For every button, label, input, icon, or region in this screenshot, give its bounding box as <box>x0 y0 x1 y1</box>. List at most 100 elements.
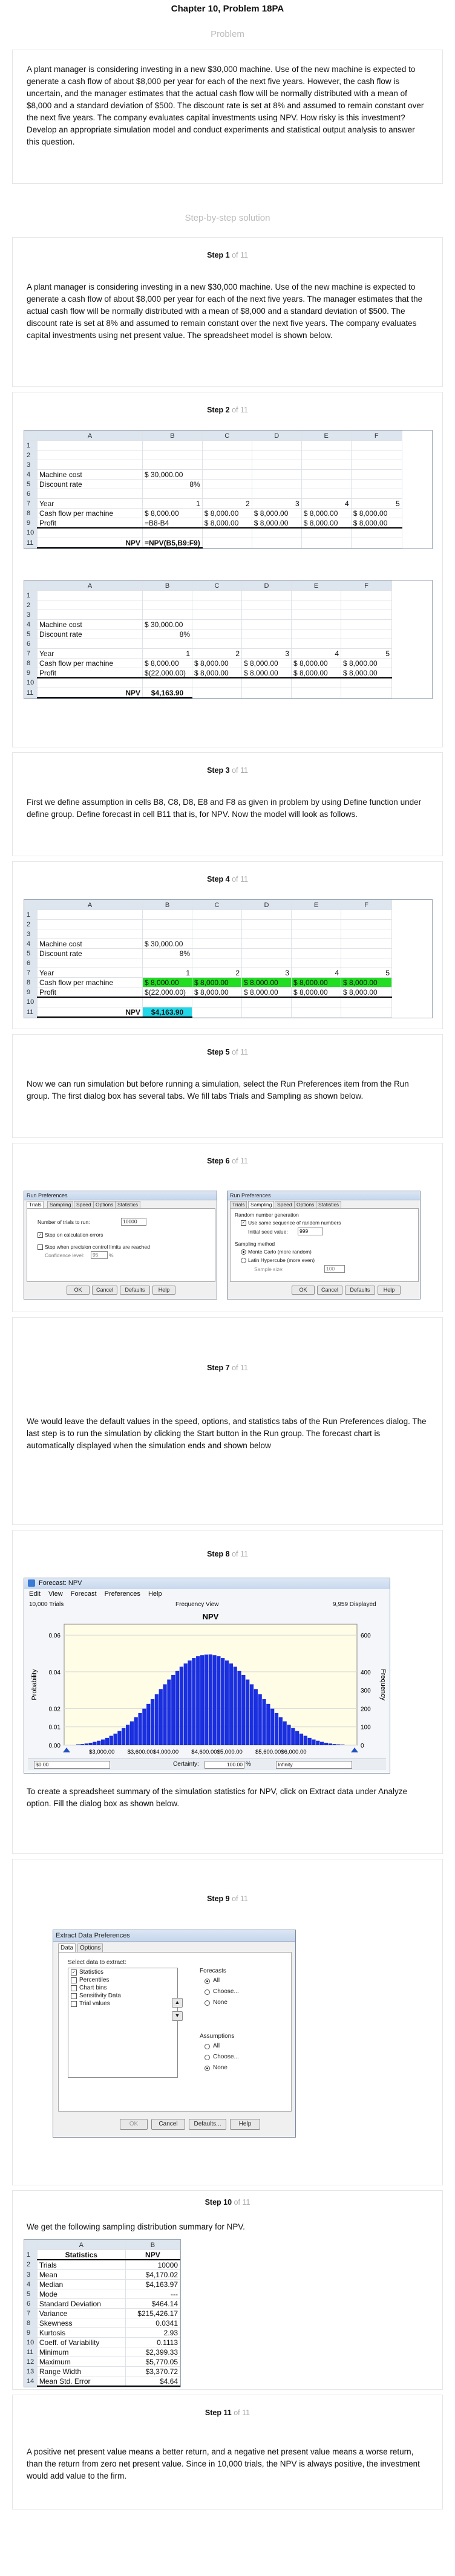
cancel-button[interactable]: Cancel <box>92 1286 117 1295</box>
lhs-radio[interactable] <box>241 1258 246 1263</box>
histogram-bar <box>93 1742 97 1745</box>
extract-item-label: Percentiles <box>79 1977 110 1983</box>
step-3-card: Step 3 of 11 First we define assumption … <box>12 752 443 856</box>
step-4-label: Step 4 of 11 <box>207 875 248 883</box>
tab-trials[interactable]: Trials <box>27 1201 44 1208</box>
help-button[interactable]: Help <box>378 1286 401 1295</box>
forecast-none-label: None <box>213 1999 227 2006</box>
tab-sampling[interactable]: Sampling <box>248 1201 275 1208</box>
tab-data[interactable]: Data <box>58 1943 76 1952</box>
cancel-button[interactable]: Cancel <box>151 2119 185 2130</box>
table-row: 7 Variance $215,426.17 <box>24 2308 181 2318</box>
histogram-bar <box>117 1731 122 1745</box>
move-down-button[interactable]: ▼ <box>172 2011 183 2021</box>
table-row: 14 Mean Std. Error $4.64 <box>24 2376 181 2387</box>
extract-item-checkbox[interactable] <box>71 1977 77 1983</box>
step-1-card: Step 1 of 11 A plant manager is consider… <box>12 237 443 387</box>
ok-button[interactable]: OK <box>292 1286 315 1295</box>
assumption-none-radio[interactable] <box>205 2066 210 2071</box>
assumption-none-label: None <box>213 2064 227 2071</box>
x-tick-label: $3,600.00 <box>128 1749 153 1755</box>
problem-heading: Problem <box>211 29 244 39</box>
stop-errors-label: Stop on calculation errors <box>45 1232 103 1238</box>
table-row: 6 Standard Deviation $464.14 <box>24 2298 181 2309</box>
run-preferences-sampling-dialog: Run Preferences Trials Sampling Speed Op… <box>227 1191 421 1299</box>
same-sequence-checkbox[interactable]: ✓ <box>241 1220 246 1226</box>
extract-item-label: Trial values <box>79 2000 110 2007</box>
assumption-choose-label: Choose... <box>213 2054 239 2060</box>
histogram-bar <box>208 1654 212 1745</box>
extract-item-checkbox[interactable] <box>71 1993 77 1999</box>
y2-tick-label: 600 <box>361 1633 371 1639</box>
table-row: 12 Maximum $5,770.05 <box>24 2356 181 2367</box>
sample-size-input[interactable]: 100 <box>324 1265 345 1273</box>
ok-button[interactable]: OK <box>67 1286 90 1295</box>
menu-edit[interactable]: Edit <box>29 1590 41 1598</box>
extract-list-item[interactable]: Chart bins <box>68 1984 177 1992</box>
extract-data-dialog: Extract Data Preferences Data Options Se… <box>53 1930 296 2138</box>
defaults-button[interactable]: Defaults <box>345 1286 375 1295</box>
low-bound-field[interactable]: $0.00 <box>34 1761 110 1769</box>
extract-item-checkbox[interactable] <box>71 1985 77 1991</box>
step-1-text: A plant manager is considering investing… <box>27 282 423 340</box>
high-marker-icon <box>351 1748 358 1752</box>
histogram-bar <box>328 1743 332 1745</box>
forecast-choose-radio[interactable] <box>205 1989 210 1995</box>
tab-options[interactable]: Options <box>77 1943 103 1953</box>
extract-list-item[interactable]: Trial values <box>68 2000 177 2008</box>
stop-precision-label: Stop when precision control limits are r… <box>45 1244 150 1250</box>
histogram-bar <box>175 1670 180 1745</box>
menu-help[interactable]: Help <box>148 1590 162 1598</box>
confidence-input[interactable]: 95 <box>91 1251 108 1259</box>
assumption-choose-radio[interactable] <box>205 2055 210 2060</box>
seed-input[interactable]: 999 <box>298 1228 323 1235</box>
defaults-button[interactable]: Defaults... <box>189 2119 226 2130</box>
table-row: 13 Range Width $3,370.72 <box>24 2366 181 2376</box>
table-row: 10 Coeff. of Variability 0.1113 <box>24 2337 181 2347</box>
step-11-card: Step 11 of 11 A positive net present val… <box>12 2395 443 2509</box>
table-row: 2 Trials 10000 <box>24 2259 181 2270</box>
menu-view[interactable]: View <box>48 1590 63 1598</box>
menu-forecast[interactable]: Forecast <box>71 1590 97 1598</box>
stop-precision-checkbox[interactable] <box>38 1244 43 1250</box>
histogram-bar <box>105 1737 110 1745</box>
trials-input[interactable]: 10000 <box>121 1218 146 1226</box>
histogram-bar <box>224 1660 229 1745</box>
table-row: 3 Mean $4,170.02 <box>24 2269 181 2280</box>
extract-item-label: Chart bins <box>79 1985 107 1991</box>
histogram-bar <box>249 1684 254 1745</box>
extract-list-item[interactable]: ✓ Statistics <box>68 1968 177 1976</box>
high-bound-field[interactable]: Infinity <box>276 1761 352 1769</box>
monte-carlo-radio[interactable] <box>241 1249 246 1255</box>
menu-bar: Edit View Forecast Preferences Help <box>29 1590 162 1598</box>
npv-histogram: NPV 0.06 0.04 0.02 0.01 0.00 600 400 300 200 100 0 P… <box>31 1612 387 1755</box>
assumption-all-radio[interactable] <box>205 2044 210 2049</box>
move-up-button[interactable]: ▲ <box>172 1998 183 2008</box>
ok-button[interactable]: OK <box>120 2119 148 2130</box>
histogram-bar <box>163 1684 167 1745</box>
step-8-card: Step 8 of 11 Forecast: NPV Edit View For… <box>12 1530 443 1854</box>
cancel-button[interactable]: Cancel <box>317 1286 342 1295</box>
histogram-bar <box>88 1743 93 1745</box>
table-row: 5 Mode --- <box>24 2289 181 2299</box>
menu-preferences[interactable]: Preferences <box>105 1590 140 1598</box>
extract-item-checkbox[interactable]: ✓ <box>71 1969 77 1976</box>
step-4-card: Step 4 of 11 ABCDEF 1 2 3 4 Machine cost $… <box>12 861 443 1029</box>
y-tick-label: 0.06 <box>49 1633 61 1639</box>
y2-tick-label: 400 <box>361 1670 371 1676</box>
histogram-bar <box>142 1708 146 1745</box>
help-button[interactable]: Help <box>152 1286 175 1295</box>
histogram-bar <box>316 1740 320 1745</box>
forecast-all-radio[interactable] <box>205 1979 210 1984</box>
stop-errors-checkbox[interactable]: ✓ <box>38 1232 43 1238</box>
summary-sheet: AB 1 Statistics NPV 2 Trials 10000 3 Mean $4,17… <box>24 2239 181 2387</box>
x-tick-label: $5,000.00 <box>217 1749 243 1755</box>
extract-list-item[interactable]: Sensitivity Data <box>68 1992 177 2000</box>
certainty-field[interactable]: 100.00 <box>205 1761 244 1769</box>
extract-list-item[interactable]: Percentiles <box>68 1976 177 1984</box>
defaults-button[interactable]: Defaults <box>120 1286 150 1295</box>
extract-item-checkbox[interactable] <box>71 2001 77 2007</box>
help-button[interactable]: Help <box>230 2119 260 2130</box>
step-2-label: Step 2 of 11 <box>207 406 248 414</box>
forecast-none-radio[interactable] <box>205 2000 210 2006</box>
